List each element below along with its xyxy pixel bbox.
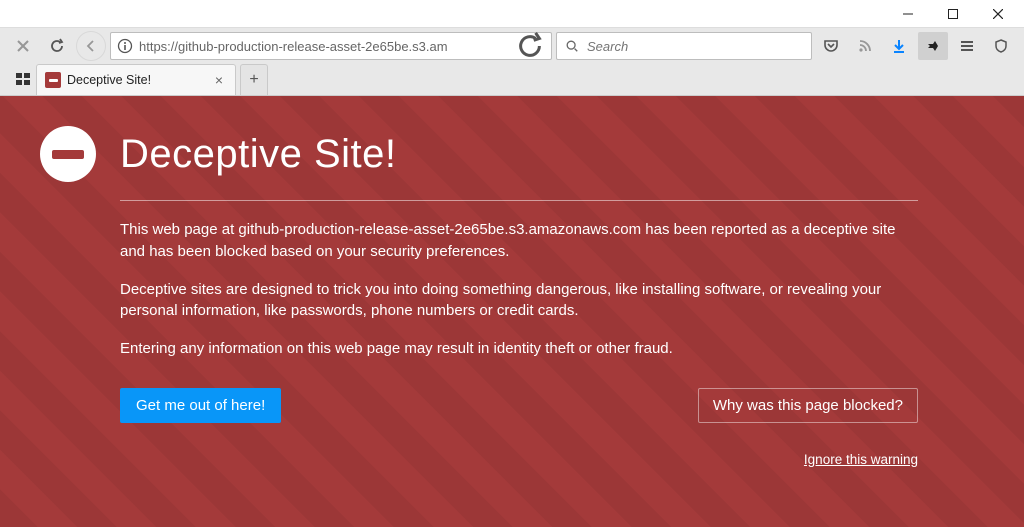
stop-x-icon (15, 38, 31, 54)
tab-title: Deceptive Site! (67, 73, 205, 87)
downloads-button[interactable] (884, 32, 914, 60)
new-tab-button[interactable]: + (240, 64, 268, 95)
shield-button[interactable] (986, 32, 1016, 60)
tab-groups-icon (16, 73, 31, 86)
reload-icon (49, 38, 65, 54)
tab-favicon-stop-icon (45, 72, 61, 88)
get-me-out-button[interactable]: Get me out of here! (120, 388, 281, 423)
minimize-icon (903, 9, 913, 19)
content-area: Deceptive Site! This web page at github-… (0, 96, 1024, 527)
window-maximize-button[interactable] (930, 0, 975, 27)
warning-actions: Get me out of here! Why was this page bl… (120, 388, 918, 423)
ignore-warning-link[interactable]: Ignore this warning (804, 452, 918, 467)
stop-button[interactable] (8, 32, 38, 60)
tab-strip: Deceptive Site! × + (0, 64, 1024, 95)
shield-icon (993, 38, 1009, 54)
navigation-toolbar: https://github-production-release-asset-… (0, 28, 1024, 64)
reload-inline-icon (515, 31, 545, 61)
reload-button[interactable] (42, 32, 72, 60)
browser-tab-active[interactable]: Deceptive Site! × (36, 64, 236, 95)
warning-body: This web page at github-production-relea… (120, 219, 918, 360)
url-bar[interactable]: https://github-production-release-asset-… (110, 32, 552, 60)
search-input[interactable] (585, 38, 803, 55)
warning-header: Deceptive Site! (40, 126, 918, 182)
pin-icon (925, 38, 941, 54)
feeds-button[interactable] (850, 32, 880, 60)
window-minimize-button[interactable] (885, 0, 930, 27)
warning-paragraph-3: Entering any information on this web pag… (120, 338, 918, 360)
hamburger-icon (959, 38, 975, 54)
ignore-row: Ignore this warning (120, 451, 918, 469)
url-text[interactable]: https://github-production-release-asset-… (139, 39, 509, 54)
close-icon (993, 9, 1003, 19)
pocket-icon (823, 38, 839, 54)
warning-paragraph-1: This web page at github-production-relea… (120, 219, 918, 263)
divider (120, 200, 918, 201)
stop-sign-icon (40, 126, 96, 182)
pin-button[interactable] (918, 32, 948, 60)
search-box[interactable] (556, 32, 812, 60)
window-close-button[interactable] (975, 0, 1020, 27)
search-icon (565, 39, 579, 53)
rss-icon (857, 38, 873, 54)
download-arrow-icon (891, 38, 907, 54)
pocket-button[interactable] (816, 32, 846, 60)
site-info-icon[interactable] (117, 38, 133, 54)
maximize-icon (948, 9, 958, 19)
warning-heading: Deceptive Site! (120, 132, 397, 177)
why-blocked-button[interactable]: Why was this page blocked? (698, 388, 918, 423)
warning-paragraph-2: Deceptive sites are designed to trick yo… (120, 279, 918, 323)
tab-groups-button[interactable] (10, 64, 36, 95)
back-arrow-icon (83, 38, 99, 54)
window-titlebar (0, 0, 1024, 27)
back-button[interactable] (76, 31, 106, 61)
url-go-button[interactable] (515, 31, 545, 61)
menu-button[interactable] (952, 32, 982, 60)
tab-close-button[interactable]: × (211, 72, 227, 88)
